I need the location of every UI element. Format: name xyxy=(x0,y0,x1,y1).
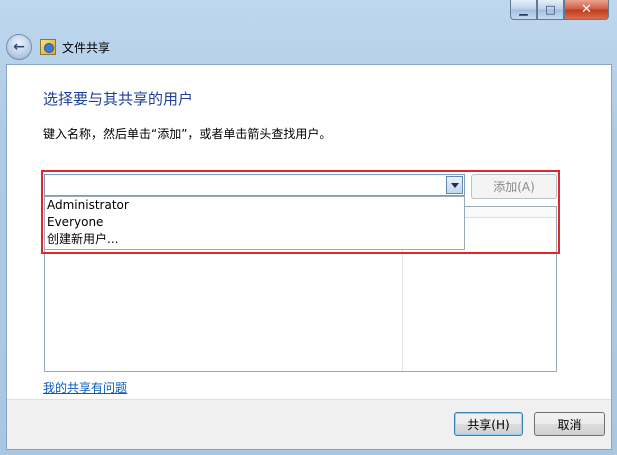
sharing-help-link[interactable]: 我的共享有问题 xyxy=(43,379,127,396)
window-frame: ▁ □ ✕ ← 文件共享 选择要与其共享的用户 键入名称，然后单击“添加”，或者… xyxy=(0,0,617,455)
cancel-button[interactable]: 取消 xyxy=(534,412,605,436)
back-arrow-icon: ← xyxy=(13,39,25,55)
instruction-text: 键入名称，然后单击“添加”，或者单击箭头查找用户。 xyxy=(43,127,332,141)
window-controls: ▁ □ ✕ xyxy=(510,0,609,20)
dropdown-item-administrator[interactable]: Administrator xyxy=(45,197,464,214)
minimize-button[interactable]: ▁ xyxy=(510,0,537,20)
dropdown-button[interactable] xyxy=(446,176,463,194)
user-name-combobox[interactable] xyxy=(44,174,465,196)
file-sharing-icon xyxy=(40,39,56,55)
user-dropdown-list: Administrator Everyone 创建新用户... xyxy=(44,196,465,250)
window-title: 文件共享 xyxy=(62,40,111,55)
dropdown-item-everyone[interactable]: Everyone xyxy=(45,214,464,231)
chevron-down-icon xyxy=(450,182,459,188)
page-heading: 选择要与其共享的用户 xyxy=(43,90,194,108)
maximize-button[interactable]: □ xyxy=(537,0,564,20)
user-name-input[interactable] xyxy=(45,175,445,195)
back-button[interactable]: ← xyxy=(6,34,32,60)
navigation-bar: ← 文件共享 xyxy=(6,32,110,62)
add-button[interactable]: 添加(A) xyxy=(471,174,557,199)
dropdown-item-create-user[interactable]: 创建新用户... xyxy=(45,231,464,248)
button-bar: 共享(H) 取消 xyxy=(7,399,611,449)
close-button[interactable]: ✕ xyxy=(564,0,609,20)
share-button[interactable]: 共享(H) xyxy=(454,412,523,436)
content-panel: 选择要与其共享的用户 键入名称，然后单击“添加”，或者单击箭头查找用户。 Adm… xyxy=(6,64,612,450)
